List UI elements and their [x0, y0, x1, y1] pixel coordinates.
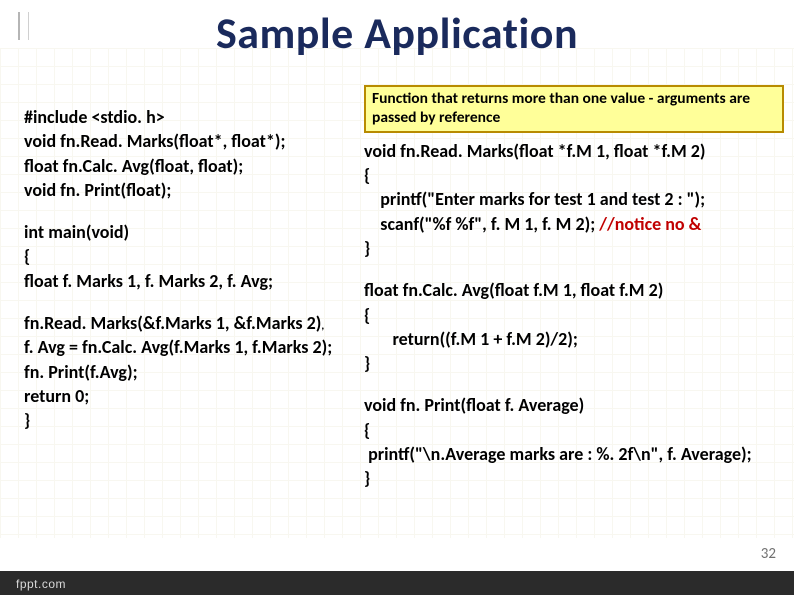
- code-line: scanf("%f %f", f. M 1, f. M 2); //notice…: [364, 212, 784, 236]
- code-line: {: [364, 303, 784, 327]
- code-line: fn.Read. Marks(&f.Marks 1, &f.Marks 2),: [24, 311, 369, 335]
- code-line: int main(void): [24, 220, 369, 244]
- left-code-column: #include <stdio. h> void fn.Read. Marks(…: [24, 105, 369, 433]
- code-line: {: [364, 418, 784, 442]
- page-number: 32: [761, 545, 776, 563]
- footer-logo: fppt.com: [16, 577, 66, 591]
- code-line: void fn. Print(float f. Average): [364, 393, 784, 417]
- code-line: void fn.Read. Marks(float *f.M 1, float …: [364, 139, 784, 163]
- code-line: void fn. Print(float);: [24, 178, 369, 202]
- footer-bar: fppt.com: [0, 571, 794, 595]
- code-line: }: [364, 236, 784, 260]
- code-line: {: [364, 163, 784, 187]
- code-comment: //notice no &: [599, 213, 701, 235]
- code-line: float fn.Calc. Avg(float f.M 1, float f.…: [364, 278, 784, 302]
- code-line: fn. Print(f.Avg);: [24, 360, 369, 384]
- code-line: }: [24, 408, 369, 432]
- content-area: #include <stdio. h> void fn.Read. Marks(…: [24, 85, 770, 545]
- code-line: #include <stdio. h>: [24, 105, 369, 129]
- code-line: printf("\n.Average marks are : %. 2f\n",…: [364, 442, 784, 466]
- code-line: }: [364, 466, 784, 490]
- code-line: void fn.Read. Marks(float*, float*);: [24, 129, 369, 153]
- code-line: {: [24, 244, 369, 268]
- code-line: f. Avg = fn.Calc. Avg(f.Marks 1, f.Marks…: [24, 335, 369, 359]
- code-line: return((f.M 1 + f.M 2)/2);: [364, 327, 784, 351]
- callout-box: Function that returns more than one valu…: [364, 85, 784, 133]
- code-line: float fn.Calc. Avg(float, float);: [24, 154, 369, 178]
- slide-title: Sample Application: [0, 6, 794, 60]
- code-line: float f. Marks 1, f. Marks 2, f. Avg;: [24, 269, 369, 293]
- slide: Sample Application #include <stdio. h> v…: [0, 0, 794, 595]
- code-line: }: [364, 351, 784, 375]
- code-line: printf("Enter marks for test 1 and test …: [364, 187, 784, 211]
- right-code-column: Function that returns more than one valu…: [364, 85, 784, 491]
- code-line: return 0;: [24, 384, 369, 408]
